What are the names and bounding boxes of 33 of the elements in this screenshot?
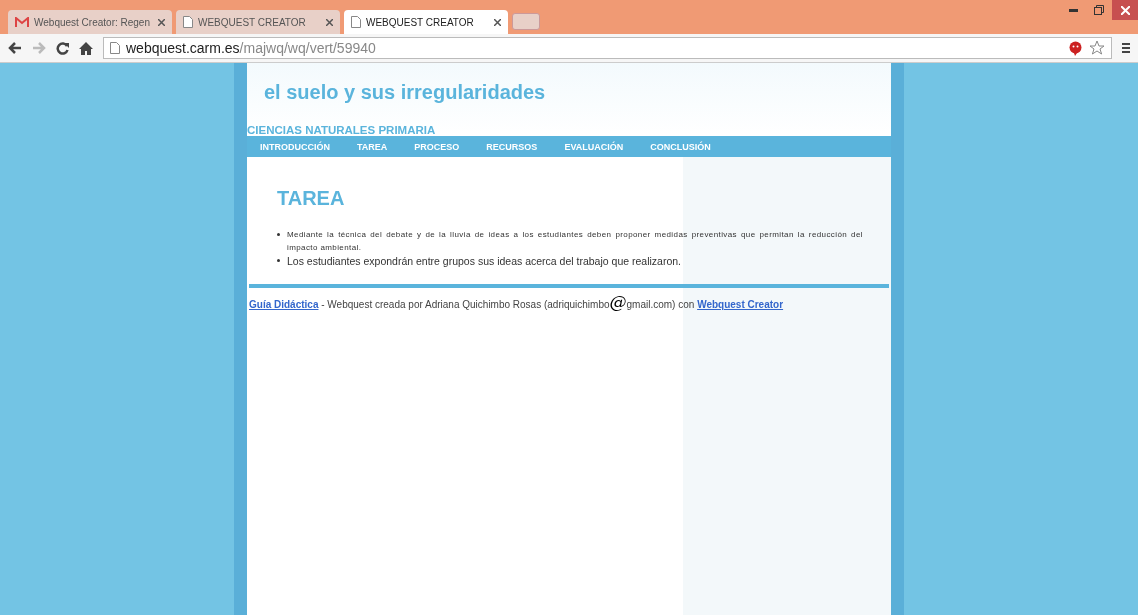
credit-link[interactable]: Webquest Creator	[697, 299, 784, 310]
close-icon[interactable]	[326, 18, 333, 26]
reload-icon[interactable]	[56, 41, 69, 55]
page-title: el suelo y sus irregularidades	[264, 81, 547, 104]
restore-icon	[1094, 5, 1104, 15]
minimize-icon	[1068, 8, 1078, 12]
page-icon	[351, 16, 361, 28]
url-path: /majwq/wq/vert/59940	[239, 40, 376, 56]
page-icon	[183, 16, 193, 28]
credit-link[interactable]: Guía Didáctica	[249, 299, 319, 310]
credit-text: Guía Didáctica - Webquest creada por Adriana Quichimbo Rosas (adriquichimbo@gmail.com) con Webquest Creator	[249, 292, 785, 312]
bullet-icon	[277, 233, 280, 236]
chat-bubble-icon[interactable]	[1068, 40, 1083, 56]
close-icon[interactable]	[158, 18, 165, 26]
mail-icon	[15, 16, 29, 28]
menu-icon[interactable]	[1122, 42, 1130, 54]
star-icon[interactable]	[1089, 40, 1105, 56]
page-subtitle: CIENCIAS NATURALES PRIMARIA	[247, 124, 437, 136]
home-icon[interactable]	[79, 41, 93, 55]
bullet-icon	[277, 259, 280, 262]
close-button[interactable]	[1112, 0, 1138, 20]
task-text: Los estudiantes expondrán entre grupos sus ideas acerca del trabajo que realizaron.	[287, 255, 681, 267]
back-icon[interactable]	[8, 42, 22, 54]
address-bar[interactable]: webquest.carm.es/majwq/wq/vert/59940	[103, 37, 1112, 59]
close-icon[interactable]	[494, 18, 501, 26]
browser-tab[interactable]: WEBQUEST CREATOR	[344, 10, 508, 34]
task-text: Mediante la técnica del debate y de la lluvia de ideas a los estudiantes deben proponer medidas preventivas que permitan la reducción del impacto ambiental.	[287, 230, 863, 252]
browser-tab[interactable]: Webquest Creator: Regen	[8, 10, 172, 34]
page-icon	[110, 42, 120, 54]
browser-tab[interactable]: WEBQUEST CREATOR	[176, 10, 340, 34]
url-host: webquest.carm.es	[126, 40, 240, 56]
section-heading: TAREA	[277, 187, 346, 210]
close-icon	[1120, 5, 1130, 15]
